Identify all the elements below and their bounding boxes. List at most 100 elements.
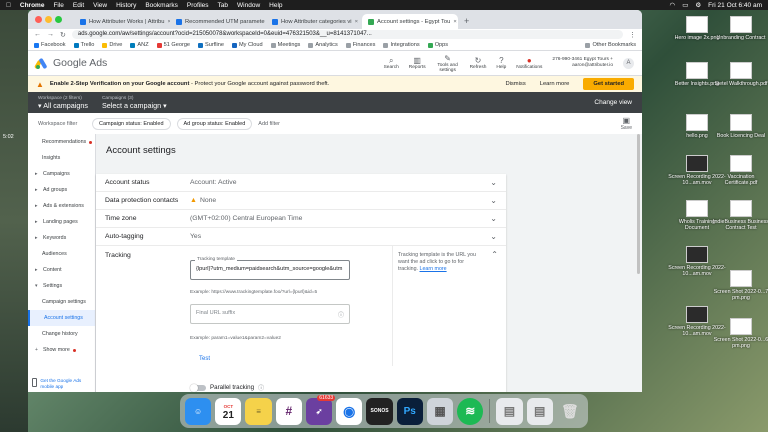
sidebar-item-landing-pages[interactable]: ▸ Landing pages bbox=[28, 214, 95, 230]
bookmark-anz[interactable]: ANZ bbox=[130, 42, 149, 48]
bookmark-surfline[interactable]: Surfline bbox=[198, 42, 224, 48]
battery-icon[interactable]: ▭ bbox=[682, 1, 688, 9]
notes-app-icon[interactable]: ≡ bbox=[245, 397, 272, 425]
browser-tab[interactable]: How Attributer categories vi × bbox=[266, 14, 362, 29]
sidebar-item-insights[interactable]: Insights bbox=[28, 150, 95, 166]
desktop-file[interactable]: Sietel Walkthrough.pdf bbox=[712, 62, 768, 87]
bookmark-trello[interactable]: Trello bbox=[73, 42, 94, 48]
close-window-icon[interactable] bbox=[35, 16, 42, 23]
page-scrollbar[interactable] bbox=[637, 134, 640, 274]
sonos-app-icon[interactable]: SONOS bbox=[366, 397, 393, 425]
get-started-button[interactable]: Get started bbox=[583, 78, 634, 90]
extensions-icon[interactable]: ⋮ bbox=[629, 31, 636, 39]
calendar-app-icon[interactable]: OCT 21 bbox=[215, 397, 242, 425]
forward-icon[interactable]: → bbox=[47, 31, 54, 38]
setting-row-data-protection[interactable]: Data protection contacts ▲ None ⌄ bbox=[96, 192, 506, 210]
sidebar-item-campaign-settings[interactable]: Campaign settings bbox=[28, 294, 95, 310]
chevron-down-icon[interactable]: ⌄ bbox=[490, 196, 497, 205]
sidebar-item-change-history[interactable]: Change history bbox=[28, 326, 95, 342]
sidebar-item-recommendations[interactable]: Recommendations bbox=[28, 134, 95, 150]
reports-tool-button[interactable]: ▥ Reports bbox=[409, 56, 426, 70]
menubar-app-name[interactable]: Chrome bbox=[20, 2, 45, 9]
sidebar-item-account-settings[interactable]: Account settings bbox=[28, 310, 95, 326]
menu-profiles[interactable]: Profiles bbox=[187, 2, 209, 9]
campaign-selector[interactable]: Campaigns (3) Select a campaign ▾ bbox=[102, 96, 167, 110]
bookmark-analytics[interactable]: Analytics bbox=[308, 42, 338, 48]
learn-more-link[interactable]: Learn more bbox=[420, 266, 447, 272]
filter-chip-ad-group-status[interactable]: Ad group status: Enabled bbox=[176, 117, 253, 130]
desktop-file[interactable]: Screen Shot 2022-0...6 pm.png bbox=[712, 318, 768, 349]
downloads-stack-icon[interactable]: ▤ bbox=[526, 397, 553, 425]
refresh-tool-button[interactable]: ↻ Refresh bbox=[470, 56, 487, 70]
sidebar-item-ad-groups[interactable]: ▸ Ad groups bbox=[28, 182, 95, 198]
reload-icon[interactable]: ↻ bbox=[60, 31, 66, 39]
chevron-up-icon[interactable]: ⌃ bbox=[491, 250, 498, 259]
slack-app-icon[interactable]: # bbox=[275, 397, 302, 425]
browser-tab[interactable]: How Attributer Works | Attribu × bbox=[74, 14, 170, 29]
chevron-down-icon[interactable]: ⌄ bbox=[490, 214, 497, 223]
sidebar-item-campaigns[interactable]: ▸ Campaigns bbox=[28, 166, 95, 182]
setting-row-time-zone[interactable]: Time zone (GMT+02:00) Central European T… bbox=[96, 210, 506, 228]
setting-row-auto-tagging[interactable]: Auto-tagging Yes ⌄ bbox=[96, 228, 506, 246]
wifi-icon[interactable]: ◠ bbox=[670, 1, 676, 9]
menu-history[interactable]: History bbox=[116, 2, 136, 9]
menu-window[interactable]: Window bbox=[237, 2, 260, 9]
parallel-tracking-toggle[interactable] bbox=[190, 383, 206, 392]
chevron-down-icon[interactable]: ⌄ bbox=[490, 178, 497, 187]
add-filter-button[interactable]: Add filter bbox=[258, 121, 280, 127]
bookmark-drive[interactable]: Drive bbox=[102, 42, 122, 48]
close-tab-icon[interactable]: × bbox=[355, 19, 358, 25]
bookmark-my-cloud[interactable]: My Cloud bbox=[232, 42, 263, 48]
rocket-app-icon[interactable]: ➶ 61633 bbox=[305, 394, 336, 425]
bookmark-meetings[interactable]: Meetings bbox=[270, 42, 300, 48]
menu-file[interactable]: File bbox=[53, 2, 63, 9]
desktop-file[interactable]: IndieBusiness Business Contract Test bbox=[712, 200, 768, 231]
close-tab-icon[interactable]: × bbox=[453, 19, 456, 25]
tracking-template-input[interactable]: Tracking template {lpurl}?utm_medium=pai… bbox=[190, 257, 350, 280]
avatar[interactable]: A bbox=[623, 57, 634, 69]
bookmark-finances[interactable]: Finances bbox=[345, 42, 375, 48]
learn-more-button[interactable]: Learn more bbox=[540, 81, 570, 87]
document-stack-icon[interactable]: ▤ bbox=[496, 397, 523, 425]
google-ads-logo[interactable]: Google Ads bbox=[34, 57, 107, 69]
sidebar-item-settings[interactable]: ▾ Settings bbox=[28, 278, 95, 294]
filter-chip-campaign-status[interactable]: Campaign status: Enabled bbox=[92, 117, 171, 130]
sidebar-item-keywords[interactable]: ▸ Keywords bbox=[28, 230, 95, 246]
back-icon[interactable]: ← bbox=[34, 31, 41, 38]
save-button[interactable]: ▣ Save bbox=[621, 116, 632, 131]
other-bookmarks[interactable]: Other Bookmarks bbox=[585, 42, 636, 48]
launchpad-app-icon[interactable]: ▦ bbox=[426, 397, 454, 425]
dismiss-button[interactable]: Dismiss bbox=[505, 81, 525, 87]
desktop-file[interactable]: Unbranding Contract bbox=[712, 16, 768, 41]
help-circle-icon[interactable]: ⓘ bbox=[258, 383, 264, 392]
maximize-window-icon[interactable] bbox=[55, 16, 62, 23]
menu-edit[interactable]: Edit bbox=[73, 2, 84, 9]
desktop-file[interactable]: Book Licencing Deal bbox=[712, 114, 768, 139]
mobile-app-link[interactable]: Get the Google Ads mobile app bbox=[32, 378, 95, 390]
account-info[interactable]: 276-990-3461 Egypt Tours + aaron@attribu… bbox=[552, 57, 613, 69]
chevron-down-icon[interactable]: ⌄ bbox=[490, 232, 497, 241]
sidebar-item-content[interactable]: ▸ Content bbox=[28, 262, 95, 278]
desktop-file[interactable]: Vaccination Certificate.pdf bbox=[712, 155, 768, 186]
tools-settings-button[interactable]: ✎ Tools and settings bbox=[436, 54, 460, 73]
finder-app-icon[interactable]: ☺ bbox=[185, 397, 212, 425]
menubar-clock[interactable]: Fri 21 Oct 6:40 am bbox=[708, 2, 762, 9]
help-tool-button[interactable]: ? Help bbox=[496, 56, 506, 70]
chrome-app-icon[interactable]: ◉ bbox=[336, 397, 363, 425]
final-url-suffix-input[interactable]: Final URL suffix ⓘ bbox=[190, 304, 350, 324]
spotify-app-icon[interactable]: ≋ bbox=[457, 397, 484, 425]
browser-tab-active[interactable]: Account settings - Egypt Tou × bbox=[362, 14, 458, 29]
bookmark-integrations[interactable]: Integrations bbox=[383, 42, 420, 48]
minimize-window-icon[interactable] bbox=[45, 16, 52, 23]
workspace-selector[interactable]: Workspace (2 filters) ▾ All campaigns bbox=[38, 96, 88, 110]
bookmark-opps[interactable]: Opps bbox=[427, 42, 448, 48]
search-tool-button[interactable]: ⌕ Search bbox=[384, 56, 399, 70]
desktop-file[interactable]: Screen Shot 2022-0...7 pm.png bbox=[712, 270, 768, 301]
show-more-button[interactable]: + Show more bbox=[28, 342, 95, 358]
sidebar-item-ads-extensions[interactable]: ▸ Ads & extensions bbox=[28, 198, 95, 214]
menu-bookmarks[interactable]: Bookmarks bbox=[145, 2, 178, 9]
trash-icon[interactable]: 🗑 bbox=[557, 398, 583, 425]
url-bar[interactable]: ads.google.com/aw/settings/account?ocid=… bbox=[71, 30, 623, 39]
control-center-icon[interactable]: ⚙ bbox=[695, 1, 701, 9]
sidebar-item-audiences[interactable]: Audiences bbox=[28, 246, 95, 262]
